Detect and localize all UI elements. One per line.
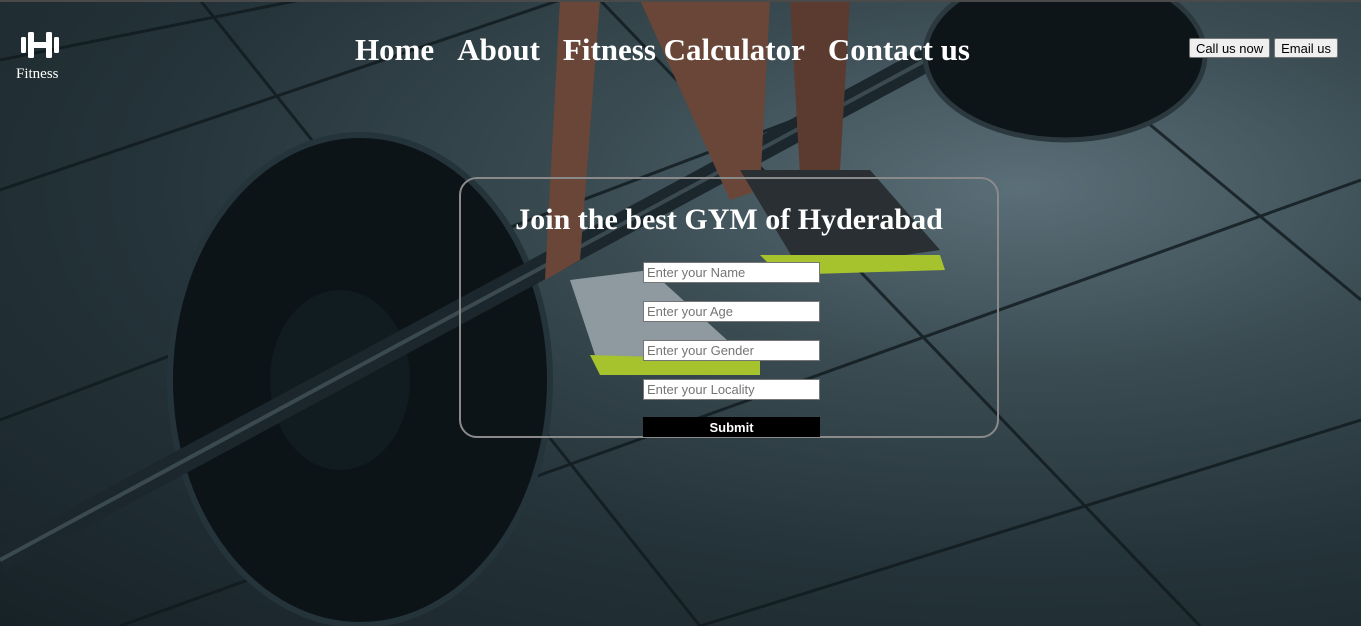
call-us-button[interactable]: Call us now (1188, 38, 1271, 58)
gender-input[interactable] (643, 340, 820, 361)
site-logo[interactable]: Fitness (16, 30, 64, 83)
age-input[interactable] (643, 301, 820, 322)
signup-form-card: Join the best GYM of Hyderabad Submit (459, 177, 999, 438)
email-us-button[interactable]: Email us (1274, 38, 1338, 58)
form-title: Join the best GYM of Hyderabad (515, 203, 943, 236)
nav-fitness-calculator[interactable]: Fitness Calculator (563, 30, 805, 70)
dumbbell-icon (21, 32, 59, 58)
top-border (0, 0, 1361, 2)
locality-input[interactable] (643, 379, 820, 400)
header-actions: Call us now Email us (1188, 38, 1338, 58)
logo-label: Fitness (16, 66, 59, 82)
nav-contact-us[interactable]: Contact us (828, 30, 970, 70)
nav-about[interactable]: About (457, 30, 540, 70)
name-input[interactable] (643, 262, 820, 283)
main-nav: Home About Fitness Calculator Contact us (355, 30, 993, 70)
submit-button[interactable]: Submit (643, 417, 820, 437)
nav-home[interactable]: Home (355, 30, 434, 70)
